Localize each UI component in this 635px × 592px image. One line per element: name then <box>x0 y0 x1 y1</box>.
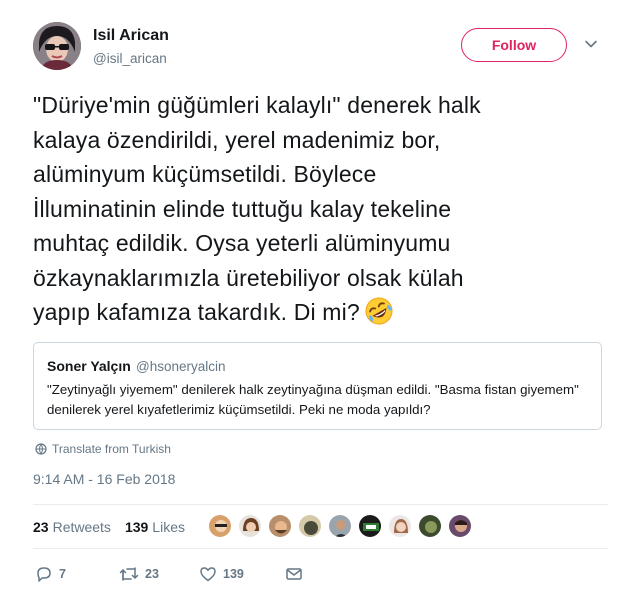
tweet-header: Isil Arican @isil_arican Follow <box>33 22 608 78</box>
liker-avatar[interactable] <box>238 514 262 538</box>
chevron-down-icon[interactable] <box>583 36 599 52</box>
reply-count: 7 <box>59 567 66 581</box>
tweet-text: "Düriye'min güğümleri kalaylı" denerek h… <box>33 88 608 336</box>
divider <box>33 548 608 549</box>
likes-label: Likes <box>152 519 185 535</box>
quoted-author-name: Soner Yalçın <box>47 358 131 374</box>
tweet-text-line: kalaya özendirildi, yerel madenimiz bor, <box>33 126 441 153</box>
liker-avatar[interactable] <box>298 514 322 538</box>
follow-button[interactable]: Follow <box>461 28 567 62</box>
liker-avatar[interactable] <box>328 514 352 538</box>
like-count: 139 <box>223 567 244 581</box>
tweet-text-line: "Düriye'min güğümleri kalaylı" denerek h… <box>33 92 481 118</box>
liker-avatar[interactable] <box>448 514 472 538</box>
retweets-count: 23 <box>33 519 49 535</box>
tweet-actions: 7 23 139 <box>35 562 309 586</box>
author-avatar[interactable] <box>33 22 81 70</box>
tweet-text-line: yapıp kafamıza takardık. Di mi? <box>33 299 360 325</box>
retweet-count: 23 <box>145 567 159 581</box>
rolling-on-floor-laughing-emoji-icon <box>364 296 394 336</box>
tweet-text-line: İlluminatinin elinde tuttuğu kalay tekel… <box>33 195 452 222</box>
liker-avatars <box>208 514 478 538</box>
translate-label: Translate from Turkish <box>52 442 171 456</box>
tweet-timestamp[interactable]: 9:14 AM - 16 Feb 2018 <box>33 471 175 487</box>
direct-message-button[interactable] <box>285 565 309 583</box>
reply-icon <box>37 567 51 582</box>
liker-avatar[interactable] <box>268 514 292 538</box>
retweet-button[interactable]: 23 <box>119 565 199 583</box>
reply-button[interactable]: 7 <box>35 565 87 583</box>
quoted-author-handle: @hsoneryalcin <box>136 359 226 374</box>
like-button[interactable]: 139 <box>199 565 285 583</box>
quoted-tweet-text: "Zeytinyağlı yiyemem" denilerek halk zey… <box>47 382 579 417</box>
liker-avatar[interactable] <box>388 514 412 538</box>
retweets-label: Retweets <box>52 519 111 535</box>
likes-count: 139 <box>124 519 149 535</box>
liker-avatar[interactable] <box>418 514 442 538</box>
heart-icon <box>200 567 216 582</box>
liker-avatar[interactable] <box>358 514 382 538</box>
author-handle[interactable]: @isil_arican <box>93 51 167 66</box>
retweet-icon <box>119 567 139 581</box>
likes-stat[interactable]: 139 Likes <box>125 519 185 535</box>
author-name[interactable]: Isil Arican <box>93 27 169 45</box>
quoted-tweet[interactable]: Soner Yalçın @hsoneryalcin "Zeytinyağlı … <box>33 342 602 430</box>
liker-avatar[interactable] <box>208 514 232 538</box>
envelope-icon <box>286 568 302 580</box>
divider <box>33 504 608 505</box>
tweet-text-line: özkaynaklarımızla üretebiliyor olsak kül… <box>33 264 464 291</box>
globe-icon <box>35 443 47 455</box>
translate-link[interactable]: Translate from Turkish <box>35 442 171 456</box>
tweet-stats: 23 Retweets 139 Likes <box>33 511 199 543</box>
tweet-text-line: muhtaç edildik. Oysa yeterli alüminyumu <box>33 230 451 256</box>
tweet-text-line-last: yapıp kafamıza takardık. Di mi? <box>33 295 608 336</box>
retweets-stat[interactable]: 23 Retweets <box>33 519 111 535</box>
tweet-text-line: alüminyum küçümsetildi. Böylece <box>33 161 377 187</box>
